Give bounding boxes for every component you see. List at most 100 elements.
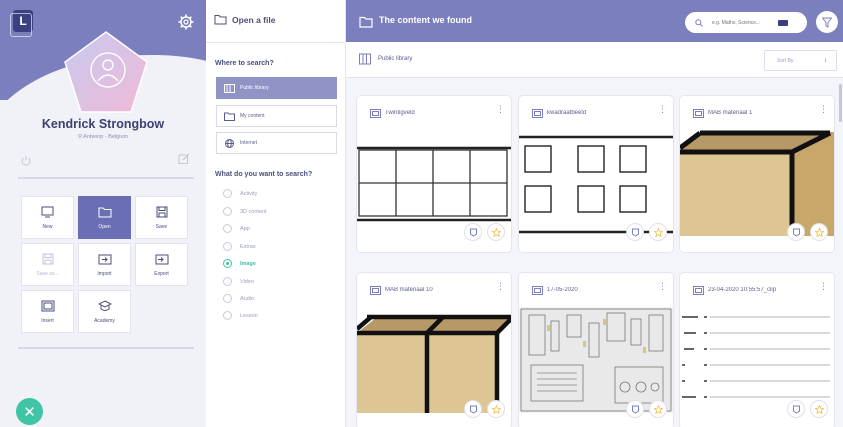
result-card[interactable]: Twintigveld ⋮ <box>357 96 511 252</box>
folder-icon <box>359 16 373 28</box>
view-button[interactable] <box>626 223 644 241</box>
view-button[interactable] <box>787 400 805 418</box>
breadcrumb-item[interactable]: Public library <box>378 56 412 62</box>
scrollbar[interactable] <box>839 84 842 122</box>
export-button[interactable]: Export <box>135 243 188 286</box>
view-button[interactable] <box>787 223 805 241</box>
star-icon <box>653 404 663 414</box>
user-location: ⚲ Antwerp - Belgium <box>77 134 129 140</box>
power-icon[interactable] <box>20 155 32 167</box>
image-file-icon <box>532 108 543 118</box>
view-button[interactable] <box>626 400 644 418</box>
star-icon <box>814 404 824 414</box>
avatar[interactable] <box>63 30 149 116</box>
result-card[interactable]: kwadraatbeeld ⋮ <box>519 96 673 252</box>
card-header: MAB materiaal 1 <box>680 96 834 130</box>
more-menu-icon[interactable]: ⋮ <box>658 105 667 114</box>
result-card[interactable]: MAB materiaal 1 ⋮ <box>680 96 834 252</box>
type-3d-content[interactable]: 3D content <box>223 207 267 216</box>
type-extras[interactable]: Extras <box>223 242 256 251</box>
search-box[interactable] <box>685 12 807 33</box>
filter-icon <box>822 17 832 28</box>
type-audio[interactable]: Audio <box>223 294 254 303</box>
radio-dot[interactable] <box>223 259 232 268</box>
source-public-library[interactable]: Public library <box>216 77 337 99</box>
radio-dot[interactable] <box>223 311 232 320</box>
save-button[interactable]: Save <box>135 196 188 239</box>
what-label: What do you want to search? <box>215 171 313 178</box>
favorite-button[interactable] <box>810 223 828 241</box>
view-button[interactable] <box>464 400 482 418</box>
new-button[interactable]: New <box>21 196 74 239</box>
favorite-button[interactable] <box>649 400 667 418</box>
card-header: MAB materiaal 10 <box>357 273 511 307</box>
breadcrumb: Public library Sort By ↕ <box>346 42 843 78</box>
radio-dot[interactable] <box>223 277 232 286</box>
result-card[interactable]: MAB materiaal 10 ⋮ <box>357 273 511 427</box>
filter-button[interactable] <box>816 11 838 33</box>
more-menu-icon[interactable]: ⋮ <box>496 105 505 114</box>
result-card[interactable]: 17-05-2020 ⋮ <box>519 273 673 427</box>
type-video[interactable]: Video <box>223 277 254 286</box>
document-icon <box>469 405 477 414</box>
import-button[interactable]: Import <box>78 243 131 286</box>
card-title: Twintigveld <box>385 110 415 116</box>
card-title: 23-04-2020 10:55:57_clip <box>708 287 777 293</box>
insert-image-icon <box>41 300 54 311</box>
card-actions <box>626 223 667 241</box>
search-input[interactable] <box>712 19 776 26</box>
save-icon <box>156 206 167 217</box>
card-actions <box>464 400 505 418</box>
save-as-button[interactable]: Save as... <box>21 243 74 286</box>
favorite-button[interactable] <box>487 400 505 418</box>
more-menu-icon[interactable]: ⋮ <box>819 105 828 114</box>
card-header: 23-04-2020 10:55:57_clip <box>680 273 834 307</box>
edit-icon[interactable] <box>178 153 190 165</box>
radio-dot[interactable] <box>223 294 232 303</box>
source-internet[interactable]: Internet <box>216 132 337 154</box>
my-content-icon <box>224 112 235 121</box>
grid-thumbnail <box>357 130 511 236</box>
radio-dot[interactable] <box>223 207 232 216</box>
image-file-icon <box>370 285 381 295</box>
radio-dot[interactable] <box>223 189 232 198</box>
favorite-button[interactable] <box>810 400 828 418</box>
type-activity[interactable]: Activity <box>223 189 257 198</box>
keyboard-icon[interactable] <box>778 19 788 26</box>
more-menu-icon[interactable]: ⋮ <box>496 282 505 291</box>
gear-icon[interactable] <box>178 14 194 30</box>
sort-select[interactable]: Sort By ↕ <box>764 50 837 71</box>
squares-thumbnail <box>519 130 673 236</box>
divider <box>18 347 194 349</box>
where-label: Where to search? <box>215 60 274 67</box>
academy-icon <box>97 299 112 311</box>
more-menu-icon[interactable]: ⋮ <box>658 282 667 291</box>
type-lesson[interactable]: Lesson <box>223 311 258 320</box>
card-header: kwadraatbeeld <box>519 96 673 130</box>
location-pin-icon: ⚲ <box>77 134 82 140</box>
insert-button[interactable]: Insert <box>21 290 74 333</box>
view-button[interactable] <box>464 223 482 241</box>
result-card[interactable]: 23-04-2020 10:55:57_clip ⋮ <box>680 273 834 427</box>
type-image[interactable]: Image <box>223 259 256 268</box>
export-icon <box>155 254 168 264</box>
results-title: The content we found <box>379 15 472 25</box>
favorite-button[interactable] <box>649 223 667 241</box>
open-folder-icon <box>98 207 111 217</box>
academy-button[interactable]: Academy <box>78 290 131 333</box>
card-header: Twintigveld <box>357 96 511 130</box>
favorite-button[interactable] <box>487 223 505 241</box>
close-button[interactable]: ✕ <box>16 398 43 425</box>
source-my-content[interactable]: My content <box>216 105 337 127</box>
lines-thumbnail <box>680 307 834 413</box>
radio-dot[interactable] <box>223 242 232 251</box>
type-app[interactable]: App <box>223 224 250 233</box>
library-icon <box>359 53 371 65</box>
app-logo[interactable]: L <box>10 10 33 37</box>
updown-arrow-icon: ↕ <box>824 57 827 64</box>
radio-dot[interactable] <box>223 224 232 233</box>
open-button[interactable]: Open <box>78 196 131 239</box>
star-icon <box>491 404 501 414</box>
bar-thumbnail <box>357 307 511 413</box>
more-menu-icon[interactable]: ⋮ <box>819 282 828 291</box>
